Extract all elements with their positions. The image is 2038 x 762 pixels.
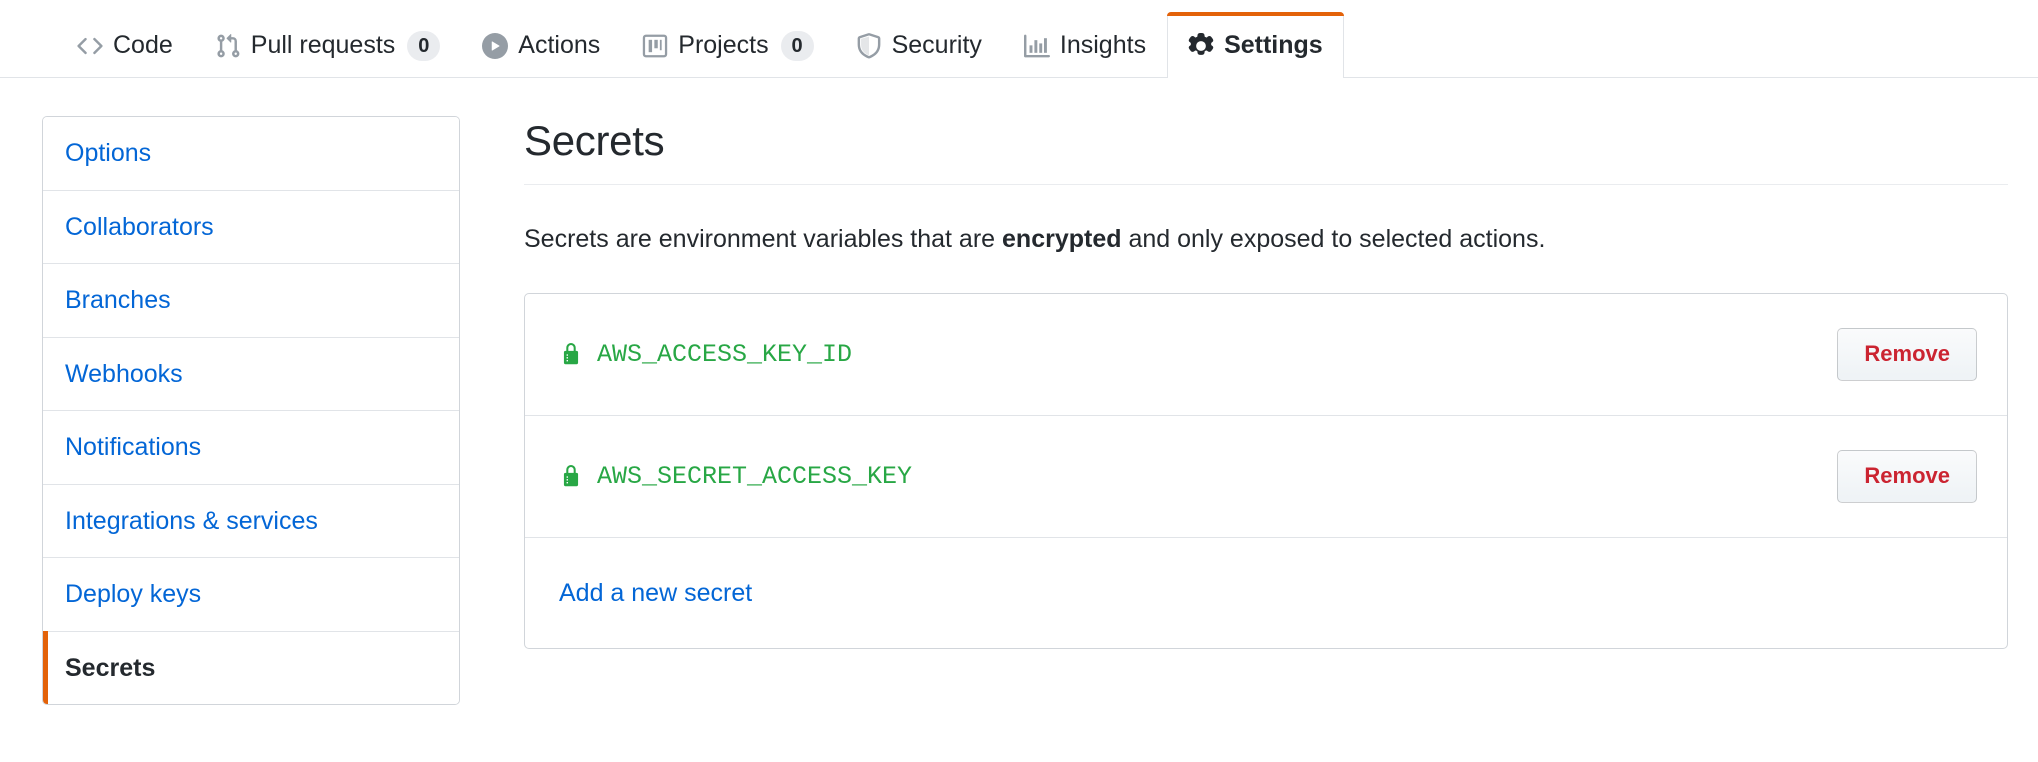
secrets-description: Secrets are environment variables that a… bbox=[524, 221, 2008, 259]
title-divider bbox=[524, 184, 2008, 186]
tab-insights[interactable]: Insights bbox=[1003, 12, 1167, 78]
secret-name-cell: AWS_ACCESS_KEY_ID bbox=[559, 340, 852, 368]
pull-requests-counter: 0 bbox=[407, 30, 441, 61]
sidebar-item-label: Integrations & services bbox=[65, 506, 318, 535]
tab-label: Insights bbox=[1059, 31, 1147, 59]
sidebar-item-options[interactable]: Options bbox=[43, 117, 459, 191]
settings-sidebar-column: Options Collaborators Branches Webhooks … bbox=[0, 116, 460, 705]
repository-tab-bar: Code Pull requests 0 Actions Projects 0 … bbox=[0, 0, 2038, 80]
git-pull-request-icon bbox=[215, 33, 241, 59]
tab-actions[interactable]: Actions bbox=[461, 12, 621, 78]
sidebar-item-integrations-and-services[interactable]: Integrations & services bbox=[43, 484, 459, 558]
project-board-icon bbox=[642, 33, 668, 59]
sidebar-item-label: Options bbox=[65, 139, 152, 167]
settings-page: Options Collaborators Branches Webhooks … bbox=[0, 78, 2038, 705]
sidebar-item-label: Secrets bbox=[65, 653, 156, 682]
settings-sidebar-menu: Options Collaborators Branches Webhooks … bbox=[42, 116, 460, 705]
description-emphasis-encrypted: encrypted bbox=[1002, 225, 1122, 254]
add-new-secret-link[interactable]: Add a new secret bbox=[559, 577, 752, 610]
description-text-before: Secrets are environment variables that a… bbox=[524, 225, 1003, 254]
settings-content-column: Secrets Secrets are environment variable… bbox=[460, 116, 2038, 705]
tab-projects[interactable]: Projects 0 bbox=[621, 12, 834, 78]
tab-pull-requests[interactable]: Pull requests 0 bbox=[194, 12, 462, 78]
add-secret-row: Add a new secret bbox=[525, 538, 2007, 648]
sidebar-item-collaborators[interactable]: Collaborators bbox=[43, 190, 459, 264]
sidebar-item-secrets[interactable]: Secrets bbox=[43, 630, 459, 704]
sidebar-item-notifications[interactable]: Notifications bbox=[43, 411, 459, 485]
tab-label: Projects bbox=[678, 31, 769, 59]
sidebar-item-label: Deploy keys bbox=[65, 580, 202, 608]
remove-secret-button[interactable]: Remove bbox=[1837, 450, 1977, 503]
tab-label: Settings bbox=[1224, 31, 1323, 59]
secrets-box: AWS_ACCESS_KEY_ID Remove AWS_SECRET_ACCE… bbox=[524, 292, 2008, 649]
sidebar-item-label: Webhooks bbox=[65, 359, 183, 388]
page-title: Secrets bbox=[524, 117, 665, 164]
sidebar-item-label: Notifications bbox=[65, 433, 202, 461]
lock-icon bbox=[559, 340, 583, 368]
graph-icon bbox=[1023, 33, 1050, 59]
lock-icon bbox=[559, 462, 583, 490]
secret-name-label: AWS_ACCESS_KEY_ID bbox=[597, 339, 853, 369]
secret-name-label: AWS_SECRET_ACCESS_KEY bbox=[597, 461, 913, 491]
sidebar-item-webhooks[interactable]: Webhooks bbox=[43, 337, 459, 411]
play-icon bbox=[482, 32, 509, 59]
sidebar-item-deploy-keys[interactable]: Deploy keys bbox=[43, 558, 459, 632]
tab-label: Security bbox=[891, 31, 982, 59]
projects-counter: 0 bbox=[780, 30, 814, 61]
sidebar-item-branches[interactable]: Branches bbox=[43, 264, 459, 338]
tab-settings[interactable]: Settings bbox=[1167, 12, 1344, 80]
tab-security[interactable]: Security bbox=[835, 12, 1003, 78]
remove-secret-button[interactable]: Remove bbox=[1837, 328, 1977, 381]
sidebar-item-label: Branches bbox=[65, 286, 171, 314]
tab-label: Pull requests bbox=[250, 31, 396, 59]
secret-row: AWS_ACCESS_KEY_ID Remove bbox=[525, 294, 2007, 416]
secret-row: AWS_SECRET_ACCESS_KEY Remove bbox=[525, 416, 2007, 538]
tabnav-list: Code Pull requests 0 Actions Projects 0 … bbox=[0, 0, 2038, 80]
gear-icon bbox=[1188, 32, 1214, 59]
code-icon bbox=[77, 33, 103, 59]
description-text-after: and only exposed to selected actions. bbox=[1121, 225, 1546, 254]
secret-name-cell: AWS_SECRET_ACCESS_KEY bbox=[559, 462, 912, 490]
tab-label: Code bbox=[113, 31, 173, 59]
shield-icon bbox=[856, 32, 882, 59]
tab-code[interactable]: Code bbox=[56, 12, 194, 78]
tab-label: Actions bbox=[518, 31, 601, 59]
sidebar-item-label: Collaborators bbox=[65, 212, 214, 241]
